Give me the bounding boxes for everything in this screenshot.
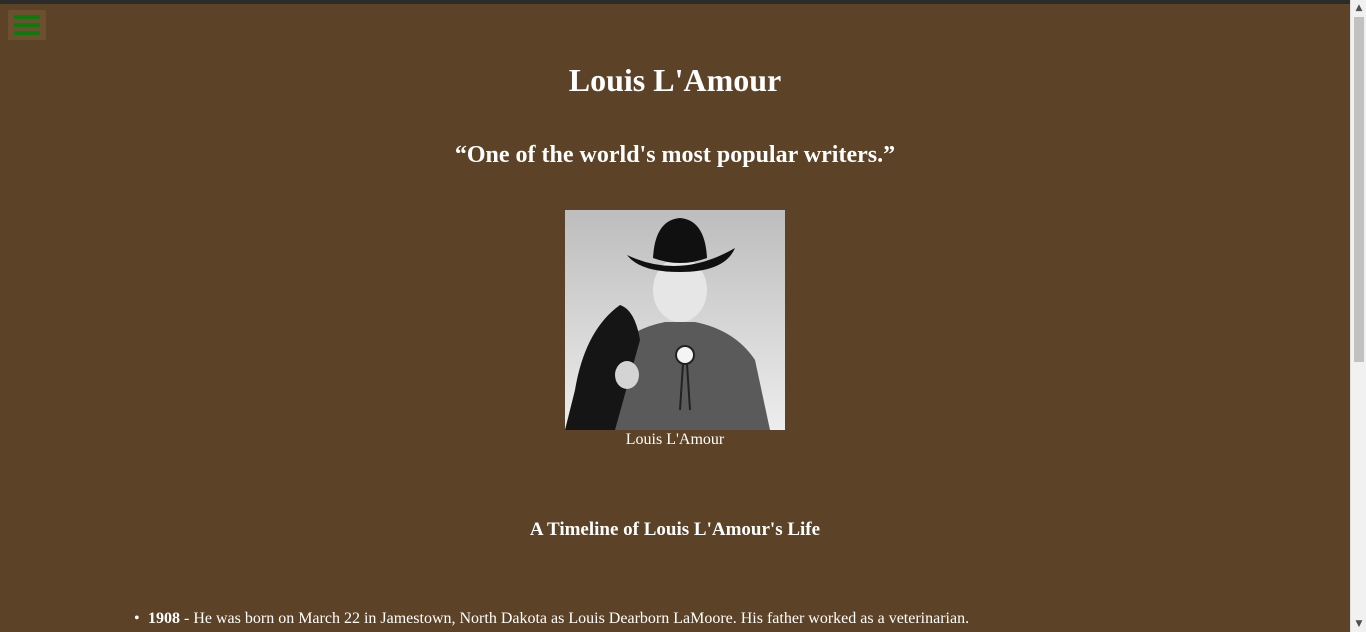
scroll-down-icon[interactable]: ▼ (1351, 616, 1366, 632)
quote: “One of the world's most popular writers… (454, 142, 896, 168)
page-title: Louis L'Amour (568, 62, 782, 98)
scroll-thumb[interactable] (1354, 17, 1364, 362)
portrait-figure: Louis L'Amour (565, 210, 785, 449)
vertical-scrollbar[interactable]: ▲ ▼ (1350, 0, 1366, 632)
scroll-up-icon[interactable]: ▲ (1351, 0, 1366, 16)
menu-button[interactable] (8, 10, 46, 40)
hamburger-icon (14, 15, 40, 35)
timeline-item: • 1908 - He was born on March 22 in Jame… (0, 609, 1350, 629)
timeline-year: 1908 (148, 610, 180, 627)
timeline-text: - He was born on March 22 in Jamestown, … (180, 610, 970, 627)
portrait-photo (565, 210, 785, 430)
bullet-icon: • (134, 610, 140, 627)
portrait-caption: Louis L'Amour (625, 431, 725, 448)
timeline-list: • 1908 - He was born on March 22 in Jame… (0, 609, 1350, 629)
timeline-heading: A Timeline of Louis L'Amour's Life (529, 519, 821, 540)
page-content: Louis L'Amour “One of the world's most p… (0, 0, 1350, 632)
